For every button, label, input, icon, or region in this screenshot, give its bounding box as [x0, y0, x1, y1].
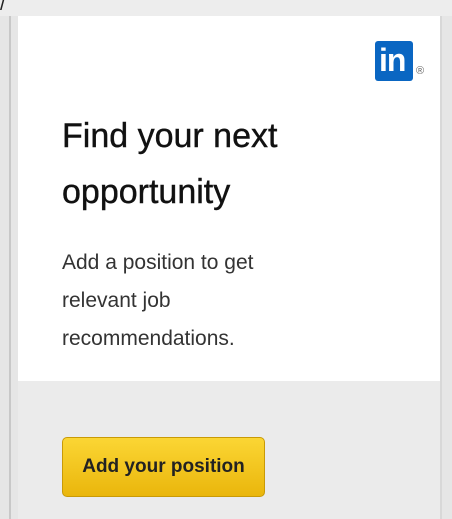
- linkedin-icon: in: [379, 42, 406, 78]
- right-border: [440, 16, 442, 519]
- card-description: Add a position to get relevant job recom…: [62, 251, 254, 350]
- linkedin-logo: in ®: [375, 41, 428, 85]
- action-area: Add your position: [18, 381, 440, 519]
- top-strip: /: [0, 0, 452, 16]
- corner-mark: /: [0, 0, 6, 15]
- add-position-button[interactable]: Add your position: [62, 437, 265, 497]
- card-title: Find your next opportunity: [62, 117, 278, 211]
- registered-mark: ®: [416, 65, 425, 77]
- linkedin-logo-box: in: [375, 41, 413, 81]
- left-border: [9, 16, 11, 519]
- page: / in ® Find your next opportunity Add a …: [0, 0, 452, 519]
- job-recommendation-card: in ® Find your next opportunity Add a po…: [18, 16, 440, 519]
